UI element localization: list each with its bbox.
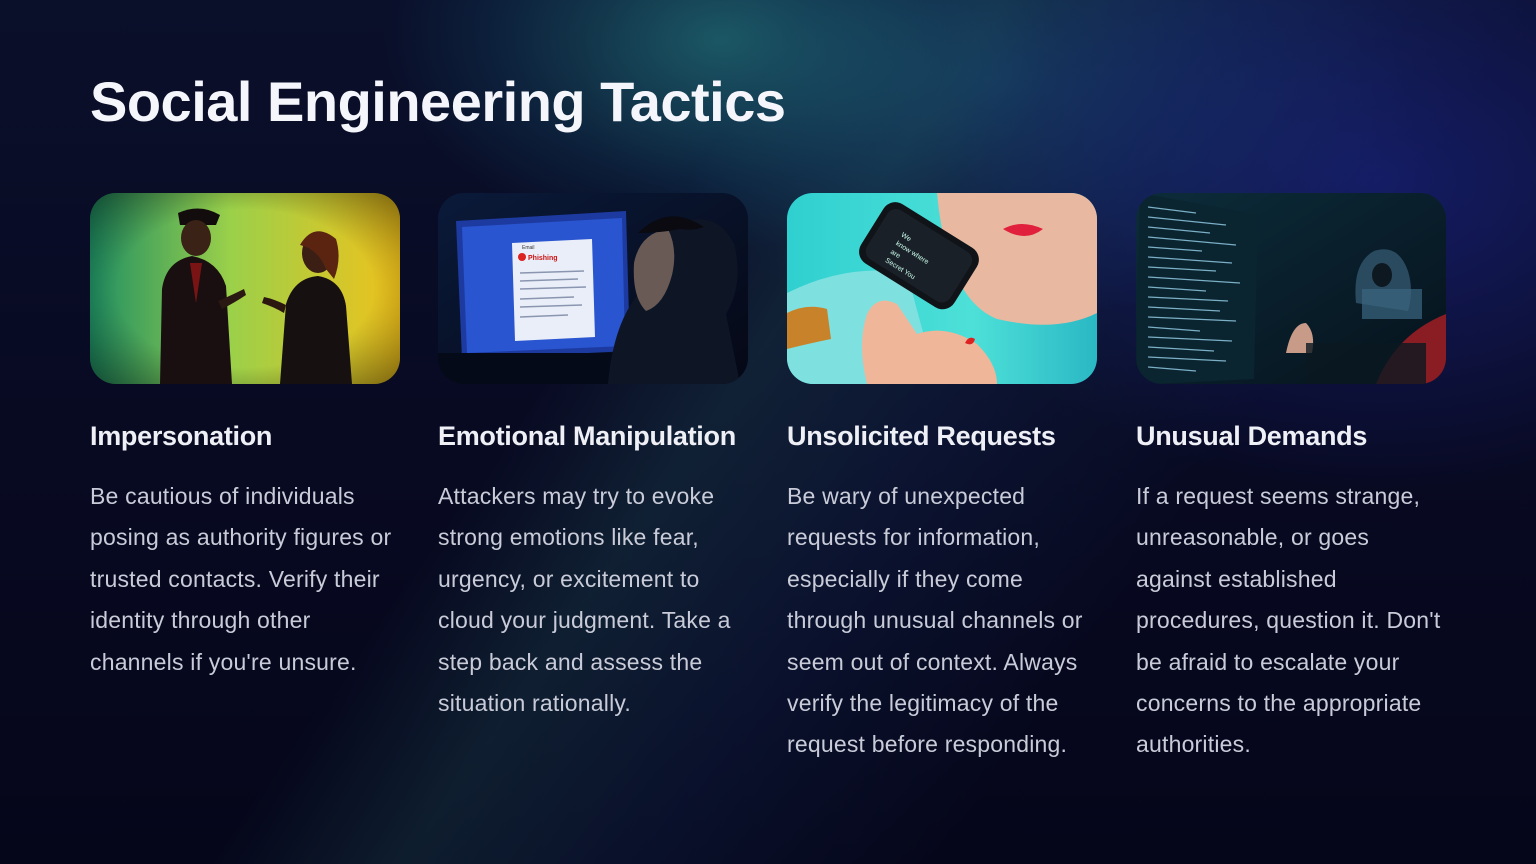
two-people-arguing-image — [90, 193, 400, 384]
card-heading: Emotional Manipulation — [438, 421, 736, 451]
card-unusual-demands: Unusual Demands If a request seems stran… — [1136, 193, 1446, 766]
phishing-email-screen-image: Phishing Email — [438, 193, 748, 384]
card-body: Attackers may try to evoke strong emotio… — [438, 483, 731, 717]
card-heading: Unusual Demands — [1136, 421, 1368, 451]
card-heading: Unsolicited Requests — [787, 421, 1056, 451]
email-screen-app-name: Email — [522, 245, 535, 251]
card-body: If a request seems strange, unreasonable… — [1136, 483, 1441, 758]
hand-holding-phone-image: We know where are Secret You — [787, 193, 1097, 384]
card-body: Be cautious of individuals posing as aut… — [90, 483, 392, 675]
phishing-screen-headline: Phishing — [528, 255, 558, 262]
card-heading: Impersonation — [90, 421, 273, 451]
hacker-code-screen-image — [1136, 193, 1446, 384]
card-unsolicited-requests: We know where are Secret You Unsolicited… — [787, 193, 1097, 766]
slide-title: Social Engineering Tactics — [90, 70, 786, 133]
card-emotional-manipulation: Phishing Email Emotional Manipulation At… — [438, 193, 748, 724]
card-body: Be wary of unexpected requests for infor… — [787, 483, 1083, 758]
card-impersonation: Impersonation Be cautious of individuals… — [90, 193, 400, 683]
